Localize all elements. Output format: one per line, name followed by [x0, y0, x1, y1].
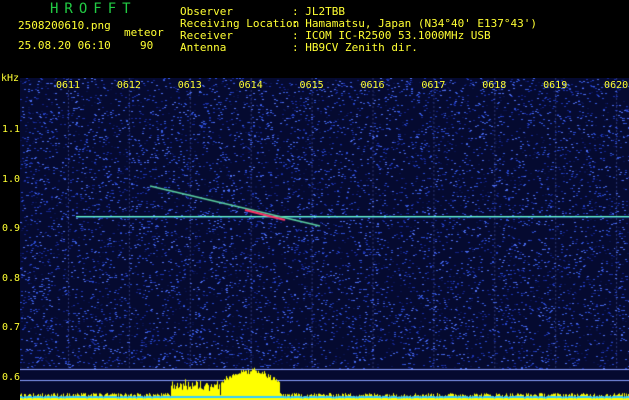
- frequency-label: 1.0: [2, 174, 21, 185]
- location-label: Receiving Location: [180, 17, 300, 30]
- datetime: 25.08.20 06:10: [18, 39, 111, 52]
- time-label: 0613: [177, 80, 202, 91]
- frequency-label: 0.7: [2, 322, 21, 333]
- frequency-label: 1.1: [2, 124, 21, 135]
- frequency-label: 0.9: [2, 223, 21, 234]
- time-label: 0615: [299, 80, 324, 91]
- antenna-value: : HB9CV Zenith dir.: [292, 41, 418, 54]
- spectrogram-canvas: [20, 78, 629, 400]
- mode-label: meteor: [124, 26, 164, 39]
- header-panel: HROFFT 2508200610.png meteor 25.08.20 06…: [0, 0, 629, 76]
- unit-label: kHz: [1, 73, 20, 84]
- antenna-label: Antenna: [180, 41, 227, 54]
- time-label: 0619: [543, 80, 568, 91]
- location-value: : Hamamatsu, Japan (N34°40' E137°43'): [292, 17, 538, 30]
- time-label: 0620: [604, 80, 629, 91]
- frequency-label: 0.6: [2, 372, 21, 383]
- app-title: HROFFT: [50, 1, 137, 17]
- count: 90: [140, 39, 154, 52]
- observer-label: Observer: [180, 5, 233, 18]
- time-label: 0612: [116, 80, 141, 91]
- observer-value: : JL2TBB: [292, 5, 345, 18]
- receiver-value: : ICOM IC-R2500 53.1000MHz USB: [292, 29, 491, 42]
- receiver-label: Receiver: [180, 29, 233, 42]
- time-label: 0617: [421, 80, 446, 91]
- time-label: 0611: [55, 80, 81, 91]
- frequency-label: 0.8: [2, 273, 21, 284]
- time-label: 0616: [360, 80, 385, 91]
- time-label: 0614: [238, 80, 263, 91]
- time-label: 0618: [482, 80, 507, 91]
- file-name: 2508200610.png: [18, 19, 111, 32]
